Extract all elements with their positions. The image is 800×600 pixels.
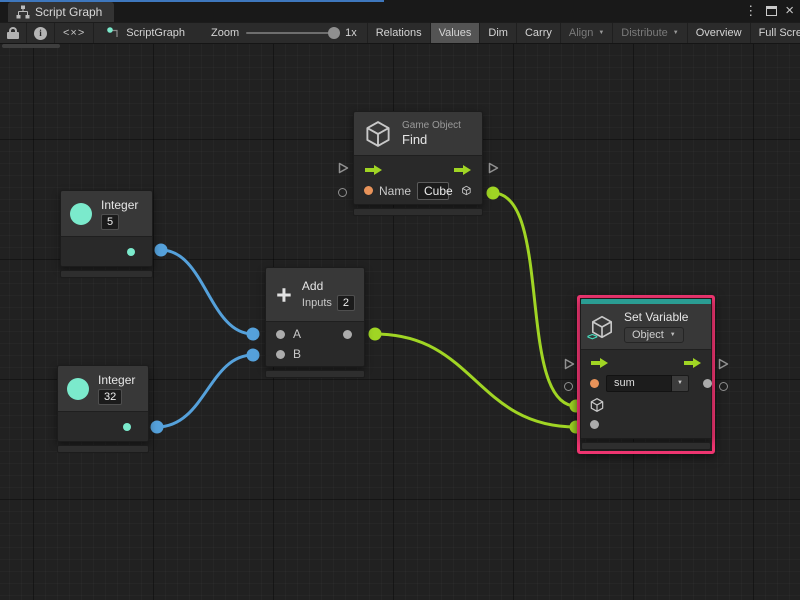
zoom-slider[interactable] bbox=[246, 32, 338, 34]
graph-toolbar: i <×> ScriptGraph Zoom 1x Relations Valu… bbox=[0, 22, 800, 44]
node-title: Add bbox=[302, 279, 323, 293]
node-integer-32[interactable]: Integer 32 bbox=[57, 365, 149, 453]
value-input-port[interactable] bbox=[590, 420, 599, 429]
toolbar-button-overview[interactable]: Overview bbox=[688, 23, 751, 43]
node-category: Game Object bbox=[402, 120, 461, 131]
name-label: Name bbox=[379, 184, 411, 198]
node-title: Find bbox=[402, 132, 427, 147]
wire-integer5-to-add-a[interactable] bbox=[161, 250, 253, 334]
integer-type-icon bbox=[67, 378, 89, 400]
flow-input-port-unconnected[interactable] bbox=[337, 161, 349, 179]
window-maximize-icon[interactable] bbox=[766, 6, 777, 16]
game-object-output-port-icon[interactable] bbox=[461, 182, 472, 199]
info-button[interactable]: i bbox=[27, 23, 55, 43]
node-title: Integer bbox=[101, 198, 138, 212]
code-view-button[interactable]: <×> bbox=[55, 23, 94, 43]
inputs-label: Inputs bbox=[302, 297, 332, 309]
node-title: Integer bbox=[98, 373, 135, 387]
integer-value-input[interactable]: 5 bbox=[101, 214, 119, 230]
toolbar-button-carry[interactable]: Carry bbox=[517, 23, 561, 43]
toolbar-button-fullscreen[interactable]: Full Screen bbox=[751, 23, 800, 43]
value-input-port-unconnected[interactable] bbox=[338, 188, 347, 197]
canvas-scrollbar[interactable] bbox=[2, 44, 60, 48]
toolbar-button-align[interactable]: Align▼ bbox=[561, 23, 613, 43]
port-label-b: B bbox=[293, 347, 301, 361]
graph-name-label: ScriptGraph bbox=[126, 27, 185, 39]
variable-code-icon: <> bbox=[587, 332, 597, 343]
node-set-variable[interactable]: <> Set Variable Object ▼ sum bbox=[577, 295, 715, 454]
wire-endpoint[interactable] bbox=[369, 328, 382, 341]
graph-hierarchy-icon bbox=[16, 5, 30, 19]
lock-button[interactable] bbox=[0, 23, 27, 43]
zoom-label: Zoom bbox=[211, 27, 239, 39]
wire-integer32-to-add-b[interactable] bbox=[157, 355, 253, 427]
node-title: Set Variable bbox=[624, 310, 688, 324]
input-port-b[interactable] bbox=[276, 350, 285, 359]
variable-name-port[interactable] bbox=[590, 379, 599, 388]
tab-script-graph[interactable]: Script Graph bbox=[8, 2, 114, 22]
node-footer bbox=[57, 445, 149, 453]
variable-scope-dropdown[interactable]: Object ▼ bbox=[624, 327, 684, 343]
tab-title: Script Graph bbox=[35, 5, 102, 19]
node-footer bbox=[581, 442, 711, 450]
value-output-port[interactable] bbox=[703, 379, 712, 388]
node-footer bbox=[265, 370, 365, 378]
game-object-input-port-icon[interactable] bbox=[589, 397, 605, 413]
chevron-down-icon: ▼ bbox=[670, 332, 676, 338]
flow-out-arrow-icon[interactable] bbox=[453, 164, 472, 176]
name-input-port-unconnected[interactable] bbox=[564, 382, 573, 391]
window-focus-highlight bbox=[0, 0, 384, 2]
flow-output-port-unconnected[interactable] bbox=[717, 357, 729, 375]
output-port[interactable] bbox=[127, 248, 135, 256]
window-menu-icon[interactable]: ⋮ bbox=[741, 3, 760, 19]
toolbar-button-values[interactable]: Values bbox=[431, 23, 481, 43]
wire-endpoint[interactable] bbox=[247, 349, 260, 362]
integer-type-icon bbox=[70, 203, 92, 225]
tab-bar: Script Graph ⋮ × bbox=[0, 0, 800, 22]
node-footer bbox=[353, 208, 483, 216]
wire-add-to-setvariable-value[interactable] bbox=[375, 334, 576, 427]
flow-in-arrow-icon[interactable] bbox=[364, 164, 383, 176]
node-integer-5[interactable]: Integer 5 bbox=[60, 190, 153, 278]
lock-icon bbox=[7, 27, 19, 39]
flow-out-arrow-icon[interactable] bbox=[683, 357, 702, 369]
graph-breadcrumb[interactable]: ScriptGraph bbox=[94, 23, 195, 43]
name-value-input[interactable]: Cube bbox=[417, 182, 449, 200]
wire-endpoint[interactable] bbox=[487, 187, 500, 200]
window-close-icon[interactable]: × bbox=[783, 6, 796, 16]
chevron-down-icon: ▼ bbox=[598, 30, 604, 36]
toolbar-button-dim[interactable]: Dim bbox=[480, 23, 517, 43]
flow-in-arrow-icon[interactable] bbox=[590, 357, 609, 369]
inputs-count-input[interactable]: 2 bbox=[337, 295, 355, 311]
info-icon: i bbox=[34, 27, 47, 40]
toolbar-button-distribute[interactable]: Distribute▼ bbox=[613, 23, 687, 43]
value-output-port-unconnected[interactable] bbox=[719, 382, 728, 391]
zoom-slider-handle[interactable] bbox=[328, 27, 340, 39]
node-add[interactable]: Add Inputs 2 A B bbox=[265, 267, 365, 378]
variable-name-dropdown[interactable]: sum bbox=[606, 375, 672, 392]
wire-endpoint[interactable] bbox=[247, 328, 260, 341]
output-port-sum[interactable] bbox=[343, 330, 352, 339]
chevron-down-icon: ▼ bbox=[673, 30, 679, 36]
name-input-port[interactable] bbox=[364, 186, 373, 195]
game-object-cube-icon bbox=[363, 119, 393, 149]
zoom-value: 1x bbox=[345, 27, 357, 39]
wire-endpoint[interactable] bbox=[151, 421, 164, 434]
node-game-object-find[interactable]: Game Object Find Name Cube bbox=[353, 111, 483, 216]
input-port-a[interactable] bbox=[276, 330, 285, 339]
graph-canvas[interactable]: Integer 5 Integer 32 bbox=[0, 44, 800, 600]
script-graph-icon bbox=[106, 26, 120, 40]
wire-endpoint[interactable] bbox=[155, 244, 168, 257]
integer-value-input[interactable]: 32 bbox=[98, 389, 122, 405]
variable-dropdown-button[interactable]: ▼ bbox=[672, 375, 689, 392]
toolbar-button-relations[interactable]: Relations bbox=[368, 23, 431, 43]
add-icon bbox=[275, 282, 293, 308]
node-footer bbox=[60, 270, 153, 278]
code-icon: <×> bbox=[63, 27, 85, 39]
output-port[interactable] bbox=[123, 423, 131, 431]
flow-input-port-unconnected[interactable] bbox=[563, 357, 575, 375]
flow-output-port-unconnected[interactable] bbox=[487, 161, 499, 179]
port-label-a: A bbox=[293, 327, 301, 341]
